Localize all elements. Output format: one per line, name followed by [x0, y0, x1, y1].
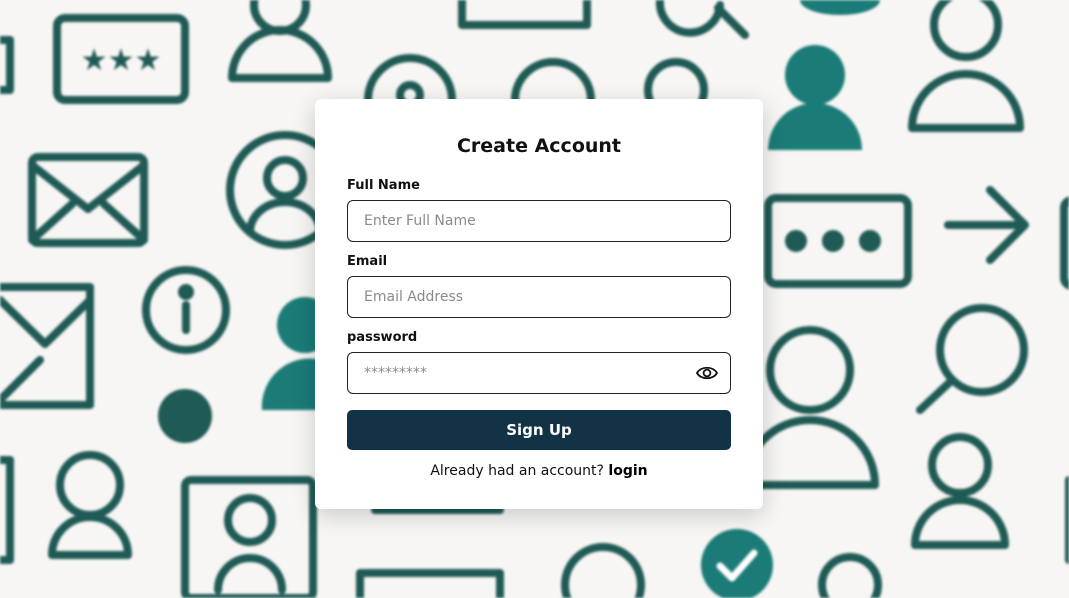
circle-icon	[561, 543, 645, 598]
info-icon	[142, 266, 230, 354]
full-name-input[interactable]	[348, 201, 684, 241]
login-prompt: Already had an account? login	[347, 462, 731, 480]
email-input[interactable]	[348, 277, 684, 317]
user-filled-icon	[768, 0, 880, 150]
partial-icon	[0, 36, 14, 94]
user-icon	[741, 326, 879, 489]
password-field	[347, 352, 731, 394]
mail-icon	[28, 153, 148, 247]
password-icon: ★★★	[53, 14, 189, 104]
full-name-field	[347, 200, 731, 242]
email-field	[347, 276, 731, 318]
dot-icon	[158, 389, 212, 443]
mail-icon	[0, 283, 94, 409]
form-title: Create Account	[456, 135, 622, 157]
user-icon	[228, 0, 332, 82]
login-prompt-text: Already had an account?	[430, 463, 609, 479]
svg-text:★★★: ★★★	[81, 43, 162, 78]
frame-icon	[356, 506, 504, 598]
partial-icon	[0, 456, 14, 564]
search-icon	[916, 304, 1028, 414]
search-icon	[655, 0, 749, 39]
eye-icon[interactable]	[696, 364, 718, 382]
email-label: Email	[347, 254, 388, 269]
more-icon	[764, 194, 912, 288]
frame-icon	[458, 0, 591, 29]
password-label: password	[347, 330, 418, 345]
partial-icon	[1060, 196, 1069, 290]
sign-up-button[interactable]: Sign Up	[347, 410, 731, 450]
check-circle-icon	[701, 529, 773, 598]
user-icon	[48, 451, 132, 559]
circle-icon	[818, 553, 882, 598]
login-link[interactable]: login	[608, 463, 647, 479]
full-name-label: Full Name	[347, 178, 420, 193]
user-icon	[911, 433, 1009, 549]
user-icon	[908, 0, 1024, 132]
signup-card: Create Account Full Name Email password …	[315, 99, 763, 509]
arrow-right-icon	[944, 186, 1029, 264]
password-input[interactable]	[348, 353, 684, 393]
id-card-icon	[181, 476, 317, 598]
